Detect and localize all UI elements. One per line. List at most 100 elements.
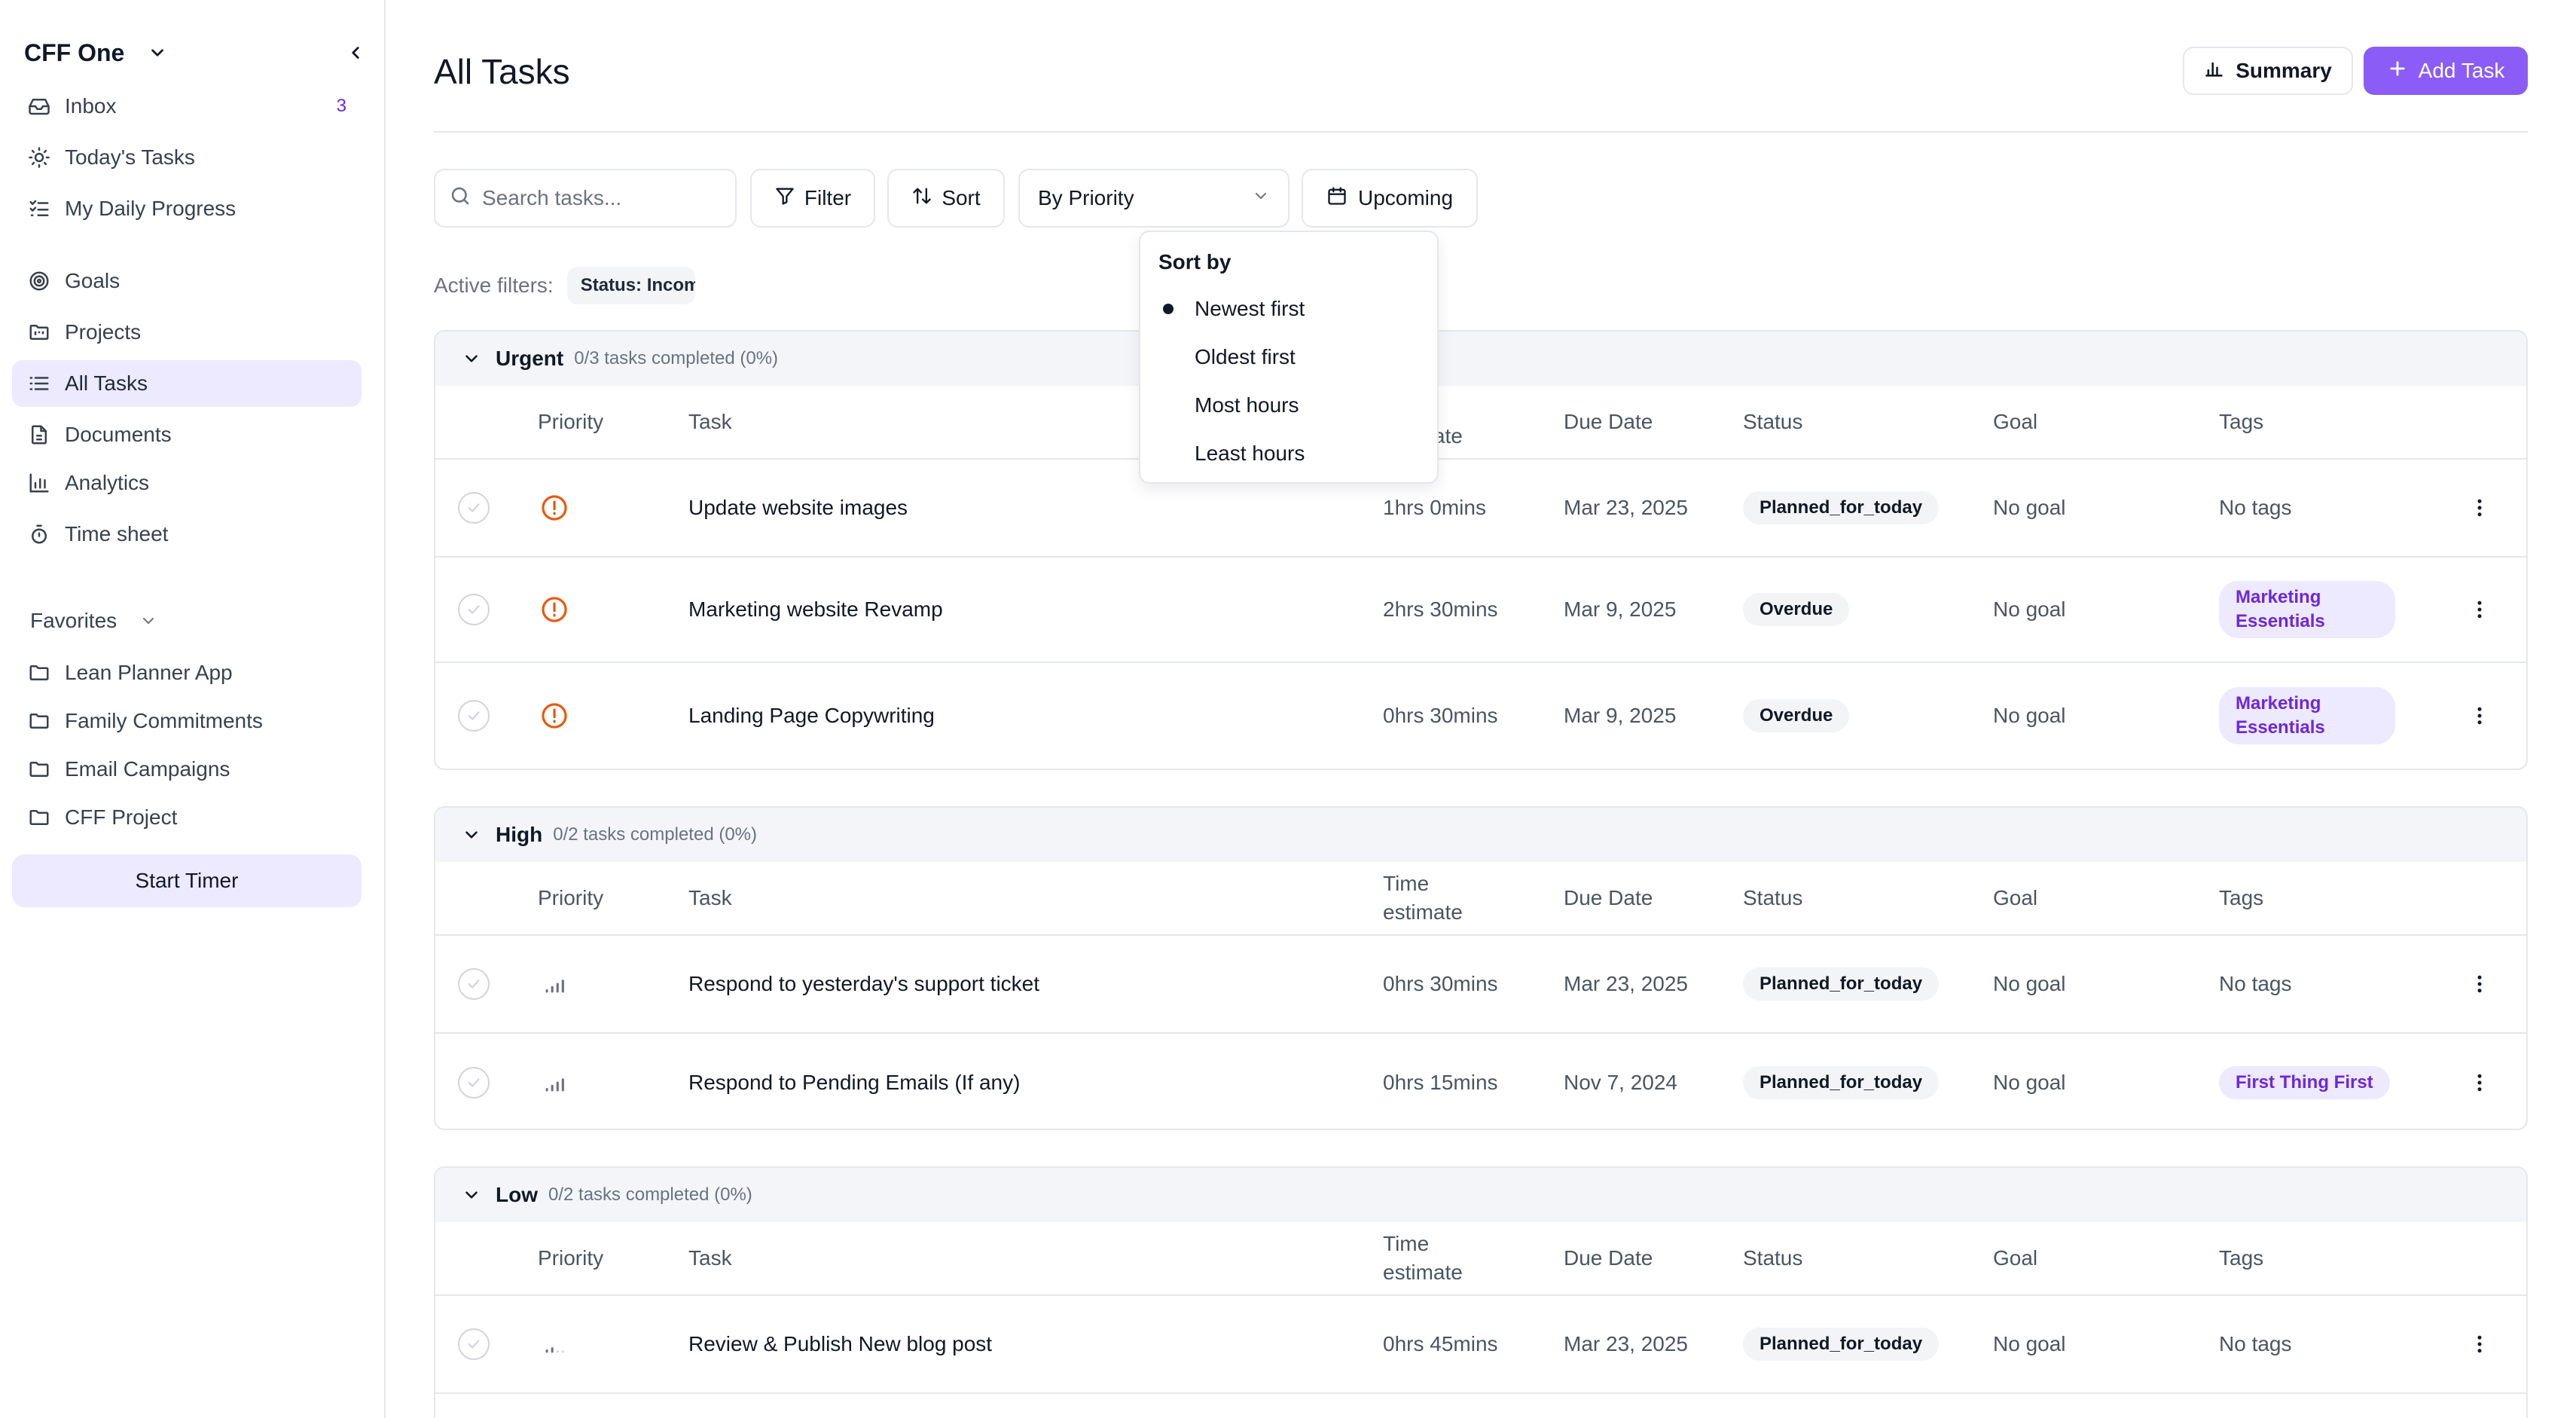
sidebar-item-documents[interactable]: Documents: [12, 411, 362, 458]
task-group-urgent: Urgent 0/3 tasks completed (0%) Priority…: [434, 330, 2528, 770]
task-name[interactable]: Respond to yesterday's support ticket: [688, 972, 1039, 996]
upcoming-button[interactable]: Upcoming: [1302, 169, 1478, 228]
search-icon: [449, 185, 472, 212]
complete-checkbox[interactable]: [458, 700, 490, 732]
sort-option-most-hours[interactable]: Most hours: [1140, 381, 1440, 429]
sidebar-item-projects[interactable]: Projects: [12, 309, 362, 356]
chevron-down-icon[interactable]: [459, 823, 484, 847]
column-header-goal: Goal: [1993, 886, 2038, 909]
start-timer-button[interactable]: Start Timer: [12, 854, 362, 907]
target-icon: [26, 267, 53, 295]
status-badge: Planned_for_today: [1743, 1066, 1940, 1099]
complete-checkbox[interactable]: [458, 594, 490, 625]
task-name[interactable]: Review & Publish New blog post: [688, 1332, 992, 1356]
filter-chip-status[interactable]: Status: Incom: [566, 267, 695, 304]
chevron-down-icon[interactable]: [145, 41, 169, 65]
table-row[interactable]: Marketing website Revamp 2hrs 30mins Mar…: [435, 558, 2526, 663]
task-name[interactable]: Landing Page Copywriting: [688, 704, 935, 728]
sidebar-item-inbox[interactable]: Inbox 3: [12, 83, 362, 130]
high-priority-signal-icon: [539, 969, 569, 999]
folder-icon: [26, 804, 53, 831]
filter-label: Filter: [804, 186, 852, 209]
due-date: Mar 9, 2025: [1564, 704, 1677, 727]
sidebar-item-goals[interactable]: Goals: [12, 258, 362, 304]
timer-icon: [26, 521, 53, 548]
more-options-icon[interactable]: [2465, 594, 2495, 625]
more-options-icon[interactable]: [2465, 701, 2495, 731]
table-row[interactable]: Review & Publish New blog post 0hrs 45mi…: [435, 1296, 2526, 1394]
chevron-down-icon: [1252, 186, 1270, 210]
complete-checkbox[interactable]: [458, 1328, 490, 1360]
table-row[interactable]: Respond to yesterday's support ticket 0h…: [435, 936, 2526, 1034]
sidebar-item-daily-progress[interactable]: My Daily Progress: [12, 185, 362, 232]
chevron-down-icon[interactable]: [459, 1183, 484, 1207]
column-header-priority: Priority: [538, 886, 604, 909]
group-header[interactable]: Urgent 0/3 tasks completed (0%): [435, 332, 2526, 386]
favorite-item-lean-planner[interactable]: Lean Planner App: [12, 649, 362, 696]
summary-button[interactable]: Summary: [2183, 47, 2353, 95]
search-input[interactable]: [482, 186, 723, 210]
column-header-due-date: Due Date: [1564, 410, 1653, 433]
table-row[interactable]: Landing Page Copywriting 0hrs 30mins Mar…: [435, 663, 2526, 769]
add-task-button[interactable]: Add Task: [2364, 47, 2528, 95]
complete-checkbox[interactable]: [458, 1067, 490, 1099]
group-header[interactable]: High 0/2 tasks completed (0%): [435, 808, 2526, 862]
complete-checkbox[interactable]: [458, 968, 490, 1000]
tag-pill[interactable]: Marketing Essentials: [2219, 581, 2395, 638]
sort-option-newest[interactable]: Newest first: [1140, 285, 1440, 333]
sort-button[interactable]: Sort: [887, 169, 1005, 228]
column-header-goal: Goal: [1993, 1246, 2038, 1270]
folder-icon: [26, 707, 53, 735]
sidebar-item-all-tasks[interactable]: All Tasks: [12, 360, 362, 407]
task-name[interactable]: Marketing website Revamp: [688, 597, 943, 622]
column-header-status: Status: [1743, 886, 1803, 909]
column-header-task: Task: [688, 886, 732, 909]
goal-value: No goal: [1993, 597, 2066, 621]
sidebar-item-label: Inbox: [65, 94, 117, 118]
column-header-priority: Priority: [538, 410, 604, 433]
favorites-header[interactable]: Favorites: [30, 604, 159, 637]
sort-option-least-hours[interactable]: Least hours: [1140, 429, 1440, 478]
sidebar-item-time-sheet[interactable]: Time sheet: [12, 511, 362, 558]
filter-icon: [774, 185, 795, 212]
chevron-down-icon[interactable]: [138, 610, 159, 631]
filter-button[interactable]: Filter: [750, 169, 875, 228]
column-header-task: Task: [688, 410, 732, 433]
workspace-header: CFF One: [24, 33, 368, 72]
sort-option-oldest[interactable]: Oldest first: [1140, 333, 1440, 381]
collapse-sidebar-icon[interactable]: [343, 41, 368, 65]
sidebar-item-label: Time sheet: [65, 522, 169, 546]
more-options-icon[interactable]: [2465, 1329, 2495, 1359]
task-name[interactable]: Update website images: [688, 496, 908, 520]
search-box[interactable]: [434, 169, 737, 228]
workspace-name[interactable]: CFF One: [24, 39, 124, 67]
favorite-item-email-campaigns[interactable]: Email Campaigns: [12, 746, 362, 793]
group-header[interactable]: Low 0/2 tasks completed (0%): [435, 1168, 2526, 1222]
favorite-item-cff-project[interactable]: CFF Project: [12, 794, 362, 841]
column-header-status: Status: [1743, 410, 1803, 433]
column-header-tags: Tags: [2219, 410, 2264, 433]
due-date: Mar 23, 2025: [1564, 972, 1688, 995]
group-by-select[interactable]: By Priority: [1018, 169, 1290, 228]
table-row[interactable]: Update website images 1hrs 0mins Mar 23,…: [435, 460, 2526, 558]
time-estimate: 2hrs 30mins: [1383, 597, 1498, 621]
high-priority-signal-icon: [539, 1068, 569, 1098]
complete-checkbox[interactable]: [458, 492, 490, 524]
sidebar-item-analytics[interactable]: Analytics: [12, 460, 362, 506]
favorites-label: Favorites: [30, 609, 118, 632]
sidebar-item-todays-tasks[interactable]: Today's Tasks: [12, 134, 362, 181]
more-options-icon[interactable]: [2465, 1068, 2495, 1098]
favorite-item-family-commitments[interactable]: Family Commitments: [12, 698, 362, 744]
plus-icon: [2387, 58, 2408, 84]
tag-pill[interactable]: Marketing Essentials: [2219, 687, 2395, 744]
tag-pill[interactable]: First Thing First: [2219, 1066, 2390, 1099]
table-row[interactable]: Respond to Pending Emails (If any) 0hrs …: [435, 1034, 2526, 1129]
calendar-icon: [1326, 185, 1348, 212]
task-name[interactable]: Respond to Pending Emails (If any): [688, 1071, 1020, 1095]
chevron-down-icon[interactable]: [459, 347, 484, 371]
more-options-icon[interactable]: [2465, 493, 2495, 523]
tags-value: No tags: [2219, 972, 2292, 995]
more-options-icon[interactable]: [2465, 969, 2495, 999]
sort-dropdown-title: Sort by: [1158, 250, 1232, 274]
column-header-time-estimate: Time estimate: [1383, 1232, 1463, 1284]
